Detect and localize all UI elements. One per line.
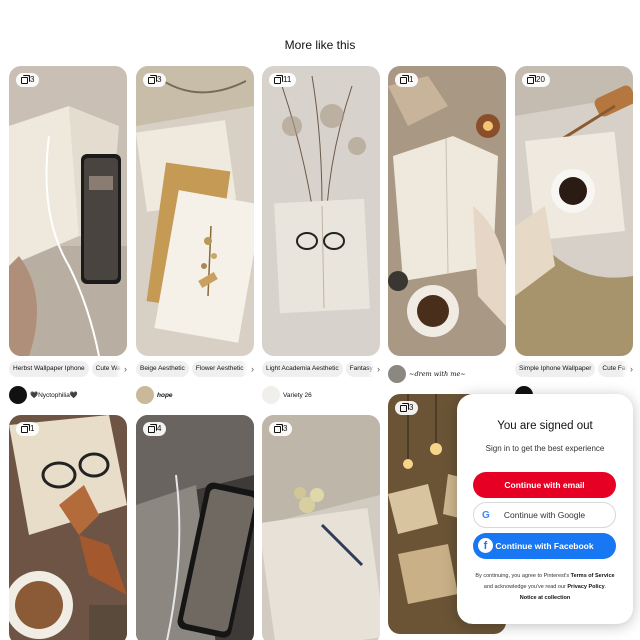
- pin-count-badge: 3: [143, 73, 167, 87]
- pin-image: [136, 66, 254, 356]
- pin-author[interactable]: hope: [136, 385, 254, 405]
- pin-image: [262, 415, 380, 640]
- tag-chip[interactable]: Herbst Wallpaper Iphone: [9, 361, 89, 377]
- section-title: More like this: [284, 38, 356, 52]
- continue-with-email-button[interactable]: Continue with email: [473, 472, 616, 498]
- author-name: 🖤Nyctophilia🖤: [30, 392, 78, 399]
- tag-chip[interactable]: Beige Aesthetic: [136, 361, 189, 377]
- avatar: [388, 365, 406, 383]
- pin-count-badge: 3: [395, 401, 419, 415]
- legal-text: By continuing, you agree to Pinterest's: [475, 573, 570, 579]
- board-stack-icon: [148, 425, 155, 433]
- button-label: Continue with email: [504, 480, 585, 490]
- notice-link[interactable]: Notice at collection: [520, 595, 570, 601]
- tag-list: Herbst Wallpaper Iphone Cute Wallp ›: [9, 361, 127, 377]
- pin-author[interactable]: 🖤Nyctophilia🖤: [9, 385, 127, 405]
- pin-card[interactable]: 11: [262, 66, 380, 356]
- pin-card[interactable]: 1: [388, 66, 506, 356]
- author-name: hope: [157, 391, 173, 399]
- pin-card[interactable]: 1: [9, 415, 127, 640]
- pin-card[interactable]: 20: [515, 66, 633, 356]
- board-stack-icon: [527, 76, 534, 84]
- board-stack-icon: [274, 76, 281, 84]
- board-stack-icon: [21, 425, 28, 433]
- tag-list: Simple Iphone Wallpaper Cute Fall W ›: [515, 361, 633, 377]
- author-name: Variety 26: [283, 391, 312, 399]
- pin-image: [9, 66, 127, 356]
- board-stack-icon: [400, 76, 407, 84]
- privacy-link[interactable]: Privacy Policy: [567, 584, 604, 590]
- tag-chip[interactable]: Light Academia Aesthetic: [262, 361, 343, 377]
- pin-image: [515, 66, 633, 356]
- tag-list: Beige Aesthetic Flower Aesthetic ›: [136, 361, 254, 377]
- board-stack-icon: [21, 76, 28, 84]
- pin-column-0: 3 Herbst Wallpaper Iphone Cute Wallp › 🖤…: [9, 66, 127, 640]
- legal-text: and acknowledge you've read our: [483, 584, 566, 590]
- tag-list: Light Academia Aesthetic Fantasy A ›: [262, 361, 380, 377]
- pin-count-badge: 11: [269, 73, 297, 87]
- avatar: [262, 386, 280, 404]
- chevron-right-icon[interactable]: ›: [242, 361, 254, 377]
- button-label: Continue with Google: [503, 510, 586, 520]
- chevron-right-icon[interactable]: ›: [368, 361, 380, 377]
- continue-with-google-button[interactable]: G Continue with Google: [473, 502, 616, 528]
- board-stack-icon: [148, 76, 155, 84]
- pin-column-1: 3 Beige Aesthetic Flower Aesthetic › hop…: [136, 66, 254, 640]
- pin-count-badge: 20: [522, 73, 550, 87]
- board-stack-icon: [274, 425, 281, 433]
- terms-link[interactable]: Terms of Service: [571, 573, 615, 579]
- pin-card[interactable]: 3: [262, 415, 380, 640]
- modal-subtitle: Sign in to get the best experience: [485, 444, 605, 453]
- pin-image: [136, 415, 254, 640]
- pin-card[interactable]: 4: [136, 415, 254, 640]
- pin-count-badge: 3: [269, 422, 293, 436]
- pin-count-badge: 3: [16, 73, 40, 87]
- modal-title: You are signed out: [497, 420, 593, 432]
- signed-out-modal: You are signed out Sign in to get the be…: [457, 394, 633, 624]
- pin-count-badge: 1: [16, 422, 40, 436]
- google-icon: G: [482, 510, 490, 521]
- author-name: ~drem with me~: [409, 370, 466, 378]
- pin-count-badge: 4: [143, 422, 167, 436]
- avatar: [9, 386, 27, 404]
- board-stack-icon: [400, 404, 407, 412]
- chevron-right-icon[interactable]: ›: [115, 361, 127, 377]
- pin-image: [388, 66, 506, 356]
- tag-chip[interactable]: Flower Aesthetic: [191, 361, 248, 377]
- tag-chip[interactable]: Simple Iphone Wallpaper: [515, 361, 596, 377]
- avatar: [136, 386, 154, 404]
- chevron-right-icon[interactable]: ›: [621, 361, 633, 377]
- legal-notice: By continuing, you agree to Pinterest's …: [475, 573, 615, 601]
- pin-image: [262, 66, 380, 356]
- pin-card[interactable]: 3: [136, 66, 254, 356]
- continue-with-facebook-button[interactable]: f Continue with Facebook: [473, 533, 616, 559]
- button-label: Continue with Facebook: [495, 541, 594, 551]
- pin-count-badge: 1: [395, 73, 419, 87]
- pin-author[interactable]: ~drem with me~: [388, 364, 506, 384]
- pin-column-2: 11 Light Academia Aesthetic Fantasy A › …: [262, 66, 380, 640]
- facebook-icon: f: [478, 538, 493, 553]
- pin-author[interactable]: Variety 26: [262, 385, 380, 405]
- pin-image: [9, 415, 127, 640]
- pin-column-4: 20 Simple Iphone Wallpaper Cute Fall W ›: [515, 66, 633, 405]
- pin-card[interactable]: 3: [9, 66, 127, 356]
